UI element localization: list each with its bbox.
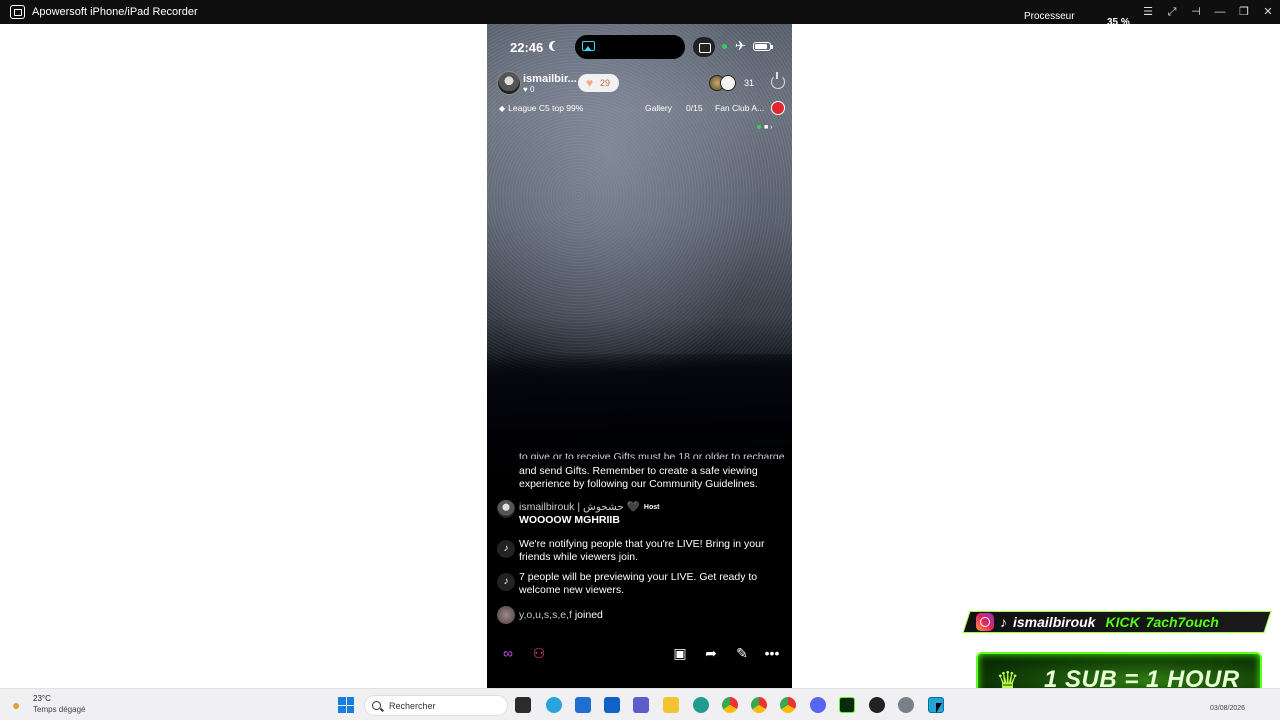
settings-icon[interactable] — [898, 697, 914, 713]
chat-text: WOOOOW MGHRIIB — [519, 514, 620, 526]
teams-icon[interactable] — [633, 697, 649, 713]
windows-taskbar: ● 23°C Temps dégagé Rechercher 03/08/202… — [0, 688, 1280, 720]
window-title: Apowersoft iPhone/iPad Recorder — [32, 6, 198, 18]
league-text: League C5 top 99% — [508, 103, 584, 113]
taskbar-date[interactable]: 03/08/2026 — [1210, 705, 1245, 712]
streaming-app-icon[interactable] — [839, 697, 855, 713]
edge-icon[interactable] — [693, 697, 709, 713]
search-icon — [372, 701, 381, 710]
cpu-value: 35 % — [1107, 17, 1130, 24]
outlook-icon[interactable] — [604, 697, 620, 713]
more-options-icon[interactable]: ••• — [761, 642, 783, 664]
weather-temp[interactable]: 23°C — [33, 694, 51, 703]
host-avatar[interactable] — [497, 71, 521, 95]
end-live-power-icon[interactable] — [771, 72, 785, 89]
obs-icon[interactable] — [869, 697, 885, 713]
share-icon[interactable]: ➦ — [700, 642, 722, 664]
file-explorer-icon[interactable] — [663, 697, 679, 713]
chrome-profile-2-icon[interactable] — [780, 697, 796, 713]
task-view-icon[interactable] — [515, 697, 531, 713]
pin-icon[interactable]: ⊣ — [1188, 4, 1204, 20]
social-banner: ♪ ismailbirouk KICK 7ach7ouch — [968, 612, 1268, 632]
app-icon — [10, 5, 25, 19]
system-text: 7 people will be previewing your LIVE. G… — [519, 571, 758, 596]
camera-icon: ■ › — [764, 124, 773, 131]
host-likes-count: 0 — [529, 85, 535, 94]
store-icon[interactable] — [575, 697, 591, 713]
weather-desc[interactable]: Temps dégagé — [33, 705, 85, 714]
gallery-count: 0/15 — [686, 103, 703, 113]
chat-username: ismailbirouk | حشحوش — [519, 501, 624, 513]
viewer-count[interactable]: 31 — [744, 78, 754, 88]
search-placeholder: Rechercher — [389, 701, 436, 711]
like-pill[interactable]: ♥ 29 — [578, 74, 619, 92]
link-guest-icon[interactable]: ∞ — [497, 642, 519, 664]
magic-wand-icon[interactable]: ✎ — [731, 642, 753, 664]
camera-indicator[interactable]: ■ › — [757, 124, 773, 131]
close-button[interactable]: ✕ — [1260, 4, 1276, 20]
tiktok-logo-icon: ♪ — [1000, 614, 1007, 630]
kick-label: KICK — [1105, 614, 1140, 630]
airplay-icon — [582, 41, 595, 51]
tiktok-icon: ♪ — [497, 573, 515, 591]
heart-icon: ♥ — [586, 76, 594, 90]
social-username: ismailbirouk — [1013, 614, 1096, 630]
chat-avatar — [497, 606, 515, 624]
camera-active-dot — [722, 44, 727, 49]
status-time: 22:46 — [510, 40, 544, 55]
window-titlebar: Apowersoft iPhone/iPad Recorder Processe… — [0, 0, 1280, 24]
host-name[interactable]: ismailbir... — [523, 73, 577, 85]
instagram-icon — [976, 613, 994, 631]
gallery-label[interactable]: Gallery — [645, 103, 672, 113]
viewer-avatars[interactable] — [709, 74, 741, 92]
chat-message: to give or to receive Gifts must be 18 o… — [497, 451, 787, 459]
minimize-button[interactable]: — — [1212, 4, 1228, 20]
list-icon[interactable]: ☰ — [1140, 4, 1156, 20]
telegram-icon[interactable] — [546, 697, 562, 713]
moon-icon — [552, 41, 562, 51]
league-badge[interactable]: ◆ League C5 top 99% — [499, 103, 583, 113]
multi-guest-icon[interactable]: ⚇ — [528, 642, 550, 664]
chrome-profile-icon[interactable] — [751, 697, 767, 713]
fullscreen-icon[interactable]: ⤢ — [1164, 4, 1180, 20]
clip-icon[interactable]: ▣ — [669, 642, 691, 664]
mouse-cursor-icon — [936, 703, 942, 713]
heart-emoji-icon: 🖤 — [626, 501, 640, 513]
maximize-button[interactable]: ❐ — [1236, 4, 1252, 20]
joined-username[interactable]: y,o,u,s,s,e,f — [519, 609, 572, 621]
chrome-icon[interactable] — [722, 697, 738, 713]
viewer-avatar — [720, 75, 736, 91]
live-bottom-bar: ∞ ⚇ ▣ ➦ ✎ ••• — [487, 638, 792, 668]
ios-status-bar: 22:46 ✈ — [487, 24, 792, 70]
diamond-icon: ◆ — [499, 104, 506, 113]
joined-text: joined — [574, 609, 603, 621]
fan-club-badge-icon[interactable] — [771, 101, 785, 115]
chat-avatar — [497, 500, 515, 518]
host-tag: Host — [643, 504, 660, 511]
screen-mirror-icon — [693, 37, 715, 57]
like-count: 29 — [600, 78, 611, 88]
taskbar-search[interactable]: Rechercher — [364, 695, 508, 716]
tiktok-icon: ♪ — [497, 540, 515, 558]
guidelines-line-2: experience by following our Community Gu… — [519, 478, 758, 490]
guidelines-line-1: and send Gifts. Remember to create a saf… — [519, 465, 758, 477]
fan-club-label[interactable]: Fan Club A... — [715, 103, 764, 113]
discord-icon[interactable] — [810, 697, 826, 713]
weather-moon-icon[interactable]: ● — [12, 697, 20, 713]
battery-icon — [753, 42, 773, 51]
host-likes: ♥ 0 — [523, 85, 535, 94]
airplane-mode-icon: ✈ — [735, 38, 746, 53]
kick-username: 7ach7ouch — [1145, 614, 1219, 630]
phone-mirror: 22:46 ✈ ismailbir... ♥ 0 ♥ 29 31 ◆ League… — [487, 24, 792, 688]
cpu-label: Processeur — [1024, 11, 1075, 22]
guidelines-partial: to give or to receive Gifts must be 18 o… — [519, 451, 785, 459]
windows-start-icon[interactable] — [338, 697, 354, 713]
system-text: We're notifying people that you're LIVE!… — [519, 538, 765, 563]
